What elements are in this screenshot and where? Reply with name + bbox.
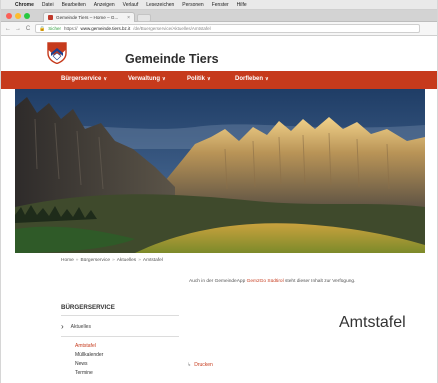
- menu-item-verlauf[interactable]: Verlauf: [123, 2, 139, 8]
- sidebar-item-muellkalender[interactable]: Müllkalender: [75, 352, 103, 358]
- menu-item-fenster[interactable]: Fenster: [212, 2, 229, 8]
- chevron-down-icon: ∨: [207, 76, 211, 82]
- menu-item-datei[interactable]: Datei: [42, 2, 54, 8]
- new-tab-button[interactable]: [137, 14, 151, 22]
- window-controls: [6, 13, 30, 19]
- menu-item-anzeigen[interactable]: Anzeigen: [94, 2, 115, 8]
- breadcrumb-buergerservice-link[interactable]: Bürgerservice: [80, 258, 110, 263]
- sidebar-item-termine[interactable]: Termine: [75, 370, 93, 376]
- back-button[interactable]: ←: [5, 26, 11, 32]
- menu-item-lesezeichen[interactable]: Lesezeichen: [146, 2, 174, 8]
- menu-item-hilfe[interactable]: Hilfe: [237, 2, 247, 8]
- sidebar-divider: [61, 315, 179, 316]
- nav-item-label: Dorfleben: [235, 76, 264, 82]
- sidebar-item-label: Aktuelles: [70, 323, 91, 330]
- sidebar-item-amtstafel[interactable]: Amtstafel: [75, 343, 96, 349]
- print-arrow-icon: ↳: [187, 362, 192, 368]
- tab-title: Gemeinde Tiers – Home – G...: [56, 15, 119, 20]
- url-host: www.gemeinde.tiers.bz.it: [80, 26, 131, 31]
- chevron-down-icon: ∨: [265, 76, 269, 82]
- notice-text-after: steht dieser Inhalt zur Verfügung.: [283, 279, 356, 284]
- nav-item-label: Politik: [187, 76, 206, 82]
- menu-item-personen[interactable]: Personen: [182, 2, 203, 8]
- chevron-right-icon: ›: [61, 322, 64, 331]
- url-path: /de/Buergerservice/Aktuelles/Amtstafel: [133, 26, 211, 31]
- municipal-crest-icon[interactable]: [47, 42, 67, 64]
- breadcrumb: Home» Bürgerservice» Aktuelles» Amtstafel: [61, 258, 163, 263]
- sidebar-title: BÜRGERSERVICE: [61, 304, 115, 311]
- close-window-button[interactable]: [6, 13, 12, 19]
- nav-item-label: Verwaltung: [128, 76, 161, 82]
- print-link-label: Drucken: [194, 362, 213, 368]
- browser-tab[interactable]: Gemeinde Tiers – Home – G... ×: [43, 12, 135, 22]
- tab-close-icon[interactable]: ×: [127, 15, 130, 21]
- os-menu-bar: Chrome Datei Bearbeiten Anzeigen Verlauf…: [1, 0, 437, 10]
- print-link[interactable]: ↳ Drucken: [187, 362, 213, 368]
- menu-item-bearbeiten[interactable]: Bearbeiten: [62, 2, 86, 8]
- browser-window: Chrome Datei Bearbeiten Anzeigen Verlauf…: [0, 0, 438, 383]
- breadcrumb-current: Amtstafel: [142, 258, 163, 263]
- hero-image: [15, 89, 425, 253]
- breadcrumb-separator: »: [112, 258, 115, 263]
- notice-text-before: Auch in der GemeindeApp: [189, 279, 247, 284]
- url-scheme: https://: [64, 26, 78, 31]
- nav-item-buergerservice[interactable]: Bürgerservice ∨: [61, 76, 107, 82]
- nav-item-politik[interactable]: Politik ∨: [187, 76, 211, 82]
- breadcrumb-separator: »: [75, 258, 79, 263]
- address-bar[interactable]: 🔒 Sicher https:// www.gemeinde.tiers.bz.…: [35, 24, 420, 33]
- breadcrumb-home-link[interactable]: Home: [61, 258, 74, 263]
- sidebar-item-news[interactable]: News: [75, 361, 88, 367]
- menu-app-name[interactable]: Chrome: [15, 2, 34, 8]
- zoom-window-button[interactable]: [24, 13, 30, 19]
- minimize-window-button[interactable]: [15, 13, 21, 19]
- lock-icon: 🔒: [39, 25, 46, 32]
- tab-strip: Gemeinde Tiers – Home – G... ×: [1, 10, 437, 22]
- sidebar-item-aktuelles[interactable]: › Aktuelles: [61, 322, 91, 331]
- breadcrumb-separator: »: [138, 258, 141, 263]
- nav-item-dorfleben[interactable]: Dorfleben ∨: [235, 76, 269, 82]
- secure-label: Sicher: [48, 26, 61, 31]
- toolbar: ← → C 🔒 Sicher https:// www.gemeinde.tie…: [1, 22, 437, 36]
- page-title: Amtstafel: [339, 314, 406, 331]
- mountain-panorama-image: [15, 89, 425, 253]
- breadcrumb-aktuelles-link[interactable]: Aktuelles: [117, 258, 136, 263]
- forward-button[interactable]: →: [15, 26, 21, 32]
- app-link[interactable]: Gem2Go Südtirol: [247, 279, 284, 284]
- nav-item-verwaltung[interactable]: Verwaltung ∨: [128, 76, 166, 82]
- reload-button[interactable]: C: [25, 26, 31, 32]
- site-favicon-icon: [48, 15, 53, 20]
- chevron-down-icon: ∨: [162, 76, 166, 82]
- sidebar-divider: [61, 336, 179, 337]
- nav-item-label: Bürgerservice: [61, 76, 102, 82]
- app-availability-notice: Auch in der GemeindeApp Gem2Go Südtirol …: [189, 279, 355, 284]
- site-title[interactable]: Gemeinde Tiers: [125, 52, 219, 66]
- chevron-down-icon: ∨: [103, 76, 108, 82]
